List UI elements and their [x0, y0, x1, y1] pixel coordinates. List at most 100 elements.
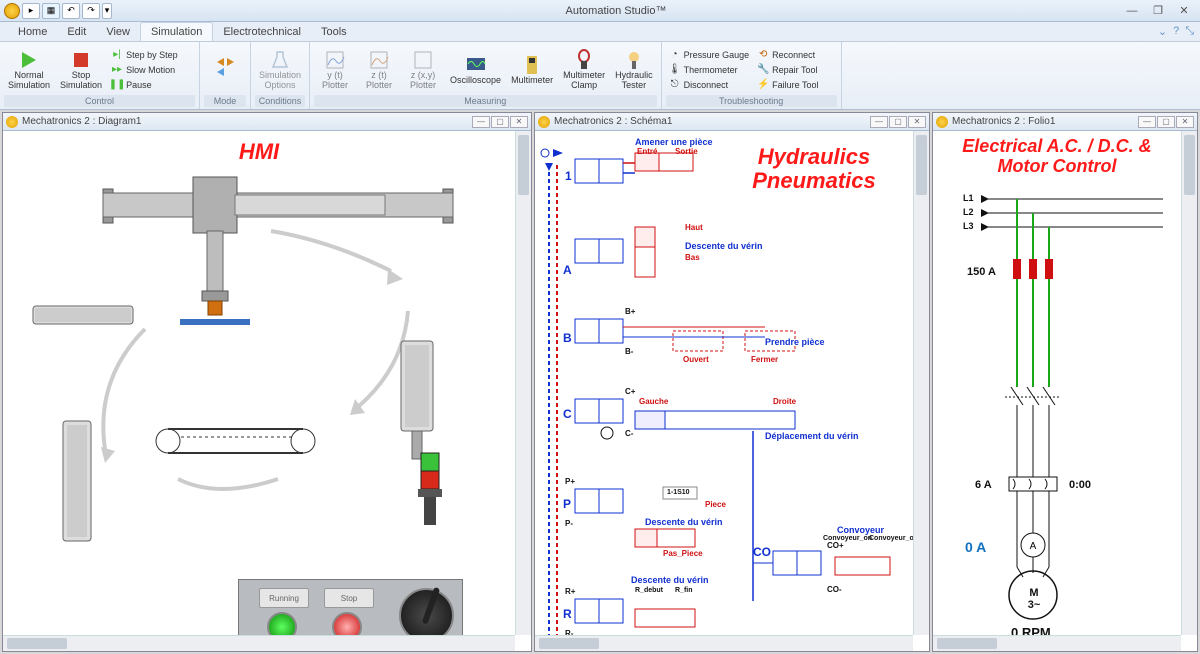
oscilloscope-button[interactable]: Oscilloscope [446, 52, 505, 87]
simulation-options-button[interactable]: Simulation Options [255, 47, 305, 92]
running-led-icon[interactable] [267, 612, 297, 635]
panel-header-hydraulics[interactable]: Mechatronics 2 : Schéma1 —▢✕ [535, 113, 929, 131]
panel-max-button[interactable]: ▢ [491, 116, 509, 128]
lbl-L3: L3 [963, 221, 974, 231]
qat-btn-2[interactable]: ▦ [42, 3, 60, 19]
lbl-COp: CO+ [827, 541, 844, 550]
pause-button[interactable]: ❚❚Pause [108, 78, 181, 92]
qat-btn-1[interactable]: ▸ [22, 3, 40, 19]
repair-tool-button[interactable]: 🔧Repair Tool [754, 63, 821, 77]
minimize-button[interactable]: — [1120, 4, 1144, 18]
lbl-1: 1 [565, 169, 572, 183]
lbl-entre: Entré [637, 147, 657, 156]
lbl-gauche: Gauche [639, 397, 668, 406]
normal-simulation-button[interactable]: Normal Simulation [4, 47, 54, 92]
scrollbar-horizontal[interactable] [933, 635, 1181, 651]
scrollbar-vertical[interactable] [1181, 131, 1197, 635]
lbl-depl: Déplacement du vérin [765, 431, 859, 441]
lbl-desc3: Descente du vérin [631, 575, 709, 585]
panel-title: Mechatronics 2 : Folio1 [952, 116, 1055, 127]
panel-max-button[interactable]: ▢ [1157, 116, 1175, 128]
plot-icon [412, 49, 434, 71]
ribbon: Normal Simulation Stop Simulation ▸|Step… [0, 42, 1200, 110]
hydraulics-canvas[interactable]: Hydraulics Pneumatics [535, 131, 913, 635]
scrollbar-horizontal[interactable] [535, 635, 913, 651]
workspace: Mechatronics 2 : Diagram1 —▢✕ HMI [0, 110, 1200, 654]
scrollbar-horizontal[interactable] [3, 635, 515, 651]
tab-simulation[interactable]: Simulation [140, 22, 213, 41]
slow-icon: ▸▸ [111, 64, 123, 76]
stop-simulation-button[interactable]: Stop Simulation [56, 47, 106, 92]
lbl-Cp: C+ [625, 387, 635, 396]
zt-plotter-button[interactable]: z (t) Plotter [358, 47, 400, 92]
panel-hmi: Mechatronics 2 : Diagram1 —▢✕ HMI [2, 112, 532, 652]
failure-tool-button[interactable]: ⚡Failure Tool [754, 78, 821, 92]
multimeter-clamp-button[interactable]: Multimeter Clamp [559, 47, 609, 92]
hydraulic-tester-button[interactable]: Hydraulic Tester [611, 47, 657, 92]
lbl-Rp: R+ [565, 587, 575, 596]
slow-motion-button[interactable]: ▸▸Slow Motion [108, 63, 181, 77]
panel-close-button[interactable]: ✕ [1176, 116, 1194, 128]
lbl-rdebut: R_debut [635, 587, 663, 594]
yt-plotter-button[interactable]: y (t) Plotter [314, 47, 356, 92]
panel-max-button[interactable]: ▢ [889, 116, 907, 128]
main-selector-switch[interactable] [399, 588, 454, 635]
close-button[interactable]: ✕ [1172, 4, 1196, 18]
lbl-piece: Piece [705, 500, 726, 509]
tab-electrotechnical[interactable]: Electrotechnical [213, 23, 311, 41]
tab-home[interactable]: Home [8, 23, 57, 41]
qat-btn-3[interactable]: ↶ [62, 3, 80, 19]
pressure-gauge-button[interactable]: ◔Pressure Gauge [666, 48, 753, 62]
app-logo-icon[interactable] [4, 3, 20, 19]
panel-min-button[interactable]: — [870, 116, 888, 128]
lbl-fuse: 150 A [967, 266, 996, 278]
tab-view[interactable]: View [96, 23, 140, 41]
panel-min-button[interactable]: — [472, 116, 490, 128]
tab-tools[interactable]: Tools [311, 23, 357, 41]
multimeter-icon [521, 54, 543, 76]
stop-label[interactable]: Stop [324, 588, 374, 608]
thermometer-icon: 🌡 [669, 64, 681, 76]
maximize-button[interactable]: ❐ [1146, 4, 1170, 18]
panel-header-electrical[interactable]: Mechatronics 2 : Folio1 —▢✕ [933, 113, 1197, 131]
lbl-prendre: Prendre pièce [765, 337, 825, 347]
plot-icon [324, 49, 346, 71]
tab-edit[interactable]: Edit [57, 23, 96, 41]
lbl-sortie: Sortie [675, 147, 698, 156]
ribbon-group-control: Normal Simulation Stop Simulation ▸|Step… [0, 42, 200, 109]
window-title: Automation Studio™ [112, 5, 1120, 17]
disconnect-button[interactable]: ⎋Disconnect [666, 78, 753, 92]
electrical-canvas[interactable]: Electrical A.C. / D.C. & Motor Control [933, 131, 1181, 635]
step-by-step-button[interactable]: ▸|Step by Step [108, 48, 181, 62]
wrench-icon: 🔧 [757, 64, 769, 76]
stop-led-icon[interactable] [332, 612, 362, 635]
lbl-time: 0:00 [1069, 479, 1091, 491]
panel-body-hydraulics: Hydraulics Pneumatics [535, 131, 929, 651]
lbl-Pm: P- [565, 519, 573, 528]
multimeter-button[interactable]: Multimeter [507, 52, 557, 87]
panel-close-button[interactable]: ✕ [908, 116, 926, 128]
zxy-plotter-button[interactable]: z (x,y) Plotter [402, 47, 444, 92]
hmi-canvas[interactable]: HMI [3, 131, 515, 635]
lbl-Bp: B+ [625, 307, 635, 316]
ribbon-group-conditions: Simulation Options Conditions [251, 42, 310, 109]
lbl-ouvert: Ouvert [683, 355, 709, 364]
qat-btn-4[interactable]: ↷ [82, 3, 100, 19]
scrollbar-vertical[interactable] [913, 131, 929, 635]
panel-close-button[interactable]: ✕ [510, 116, 528, 128]
reconnect-button[interactable]: ⟲Reconnect [754, 48, 821, 62]
lbl-P: P [563, 497, 571, 511]
running-label[interactable]: Running [259, 588, 309, 608]
panel-min-button[interactable]: — [1138, 116, 1156, 128]
ribbon-caret[interactable]: ⌄?⤡ [1152, 25, 1200, 38]
hmi-control-panel: Running Stop Main % EMERGENCY STOP [238, 579, 463, 635]
thermometer-button[interactable]: 🌡Thermometer [666, 63, 753, 77]
oscilloscope-icon [465, 54, 487, 76]
mode-button[interactable] [204, 52, 246, 87]
scrollbar-vertical[interactable] [515, 131, 531, 635]
qat-dropdown[interactable]: ▾ [102, 3, 112, 19]
lbl-COm: CO- [827, 585, 842, 594]
lbl-Pp: P+ [565, 477, 575, 486]
panel-header-hmi[interactable]: Mechatronics 2 : Diagram1 —▢✕ [3, 113, 531, 131]
lbl-CO: CO [753, 545, 771, 559]
